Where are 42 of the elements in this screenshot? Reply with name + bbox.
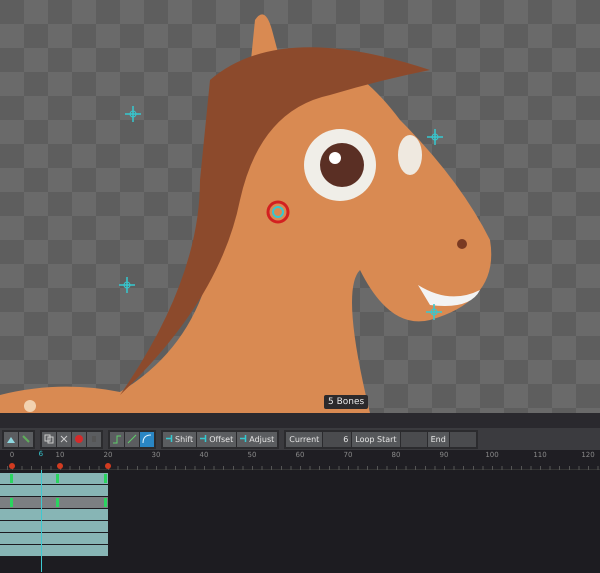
curve-icon [142,434,152,444]
timeline-track-row[interactable] [0,533,108,544]
playhead-line[interactable] [40,470,42,572]
stepped-button[interactable] [110,432,124,446]
frame-input-field[interactable] [450,432,476,446]
bone-crosshair-icon[interactable] [427,129,443,145]
pose-button[interactable] [4,432,18,446]
timeline-track-row[interactable] [0,485,108,496]
bone-count-label: 5 Bones [324,395,368,409]
copy-button[interactable] [42,432,56,446]
bone-button[interactable] [19,432,33,446]
timeline-track-row[interactable] [0,521,108,532]
bezier-button[interactable] [140,432,154,446]
key-mode-button[interactable]: Shift [163,432,196,446]
frame-field-label: End [428,432,449,446]
timeline-track-row[interactable] [0,509,108,520]
frame-input-field[interactable]: 6 [323,432,352,446]
frame-field-label: Loop Start [352,432,400,446]
line-icon [127,434,137,444]
keyframe-dot-icon[interactable] [57,463,63,469]
bone-target-icon[interactable] [266,200,290,224]
copy-icon [44,434,54,444]
step-curve-icon [112,434,122,444]
bone-crosshair-icon[interactable] [119,277,135,293]
keyframe-dot-icon[interactable] [105,463,111,469]
key-mode-button[interactable]: Offset [197,432,236,446]
key-mode-icon [240,435,248,442]
linear-button[interactable] [125,432,139,446]
key-mode-button[interactable]: Adjust [237,432,278,446]
bone-crosshair-icon[interactable] [426,304,442,320]
frame-input-field[interactable] [400,432,427,446]
key-mode-icon [166,435,173,442]
lock-button[interactable] [87,432,101,446]
timeline-track-row[interactable] [0,545,108,556]
cut-button[interactable] [57,432,71,446]
keyframe-dot-icon[interactable] [9,463,15,469]
frame-field-label: Current [286,432,322,446]
bone-crosshair-icon[interactable] [125,106,141,122]
cross-icon [59,434,69,444]
key-mode-icon [200,435,208,442]
bone-icon [21,434,31,444]
dot-icon [74,434,84,444]
